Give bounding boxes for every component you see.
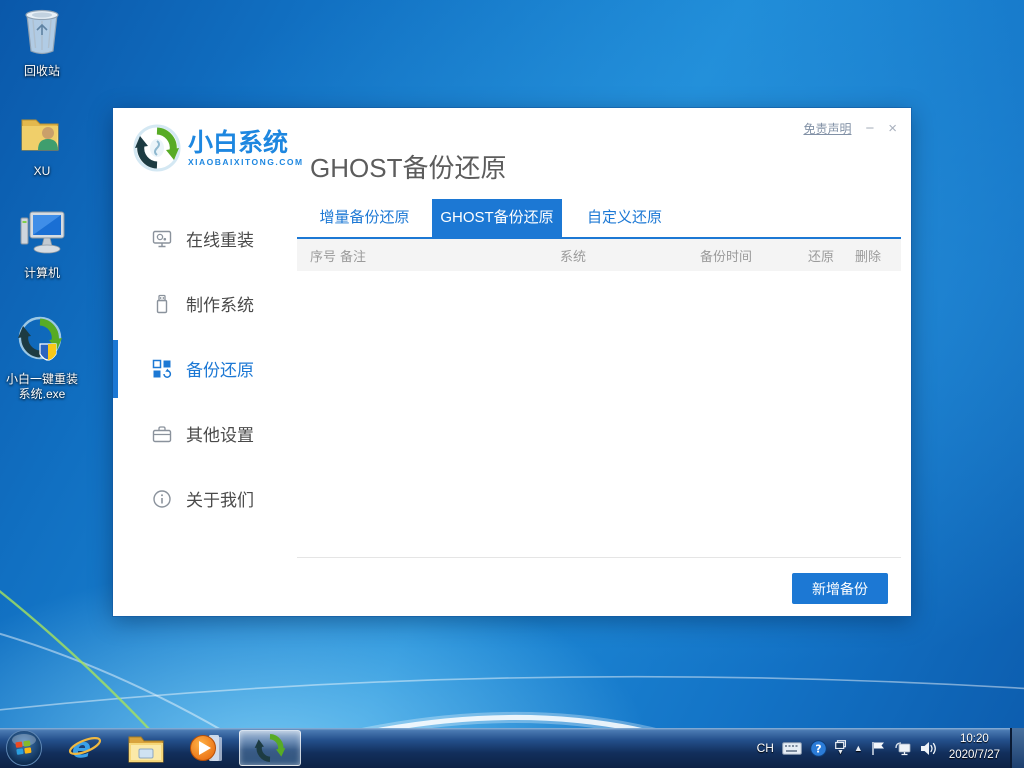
- clock-time: 10:20: [960, 733, 989, 745]
- desktop-icon-label: 小白一键重装 系统.exe: [4, 372, 80, 402]
- desktop-icon-recycle-bin[interactable]: 回收站: [4, 6, 80, 79]
- tab-ghost-backup-restore[interactable]: GHOST备份还原: [432, 199, 562, 237]
- volume-icon[interactable]: [920, 741, 937, 756]
- desktop-icon-xu-folder[interactable]: XU: [4, 112, 80, 179]
- taskbar-item-media-player[interactable]: [189, 731, 223, 765]
- xiaobai-app-icon: [254, 732, 286, 764]
- window-controls: 免责声明 − ×: [803, 120, 897, 137]
- network-icon[interactable]: [894, 741, 912, 756]
- sidebar-item-about-us[interactable]: 关于我们: [113, 466, 297, 531]
- taskbar-clock[interactable]: 10:20 2020/7/27: [949, 732, 1000, 763]
- disclaimer-link[interactable]: 免责声明: [803, 120, 851, 137]
- taskbar-apps: e: [0, 728, 301, 768]
- tab-bar: 增量备份还原 GHOST备份还原 自定义还原: [297, 199, 901, 239]
- sidebar-item-label: 备份还原: [186, 356, 254, 381]
- sidebar-item-other-settings[interactable]: 其他设置: [113, 401, 297, 466]
- sidebar-item-label: 在线重装: [186, 226, 254, 251]
- xiaobai-app-window: 免责声明 − × 小白系统 XIAOBAIXITONG.COM GHOST备份还…: [113, 108, 911, 616]
- app-logo: 小白系统 XIAOBAIXITONG.COM: [133, 124, 304, 172]
- taskbar: e: [0, 728, 1024, 768]
- sidebar-item-label: 其他设置: [186, 421, 254, 446]
- show-hidden-icons-button[interactable]: ▲: [854, 744, 863, 753]
- sidebar-item-make-system[interactable]: 制作系统: [113, 271, 297, 336]
- help-icon[interactable]: ?: [810, 740, 827, 757]
- column-header-backup-time: 备份时间: [700, 246, 808, 265]
- desktop-icon-xiaobai-exe[interactable]: 小白一键重装 系统.exe: [4, 316, 80, 402]
- info-icon: [152, 489, 172, 509]
- sidebar-item-label: 关于我们: [186, 486, 254, 511]
- briefcase-icon: [152, 424, 172, 444]
- column-header-restore: 还原: [808, 246, 855, 265]
- language-indicator[interactable]: CH: [757, 741, 774, 755]
- logo-title: 小白系统: [188, 130, 304, 156]
- user-folder-icon: [18, 112, 66, 156]
- svg-text:?: ?: [815, 742, 821, 755]
- column-header-system: 系统: [560, 246, 700, 265]
- column-header-delete: 删除: [855, 246, 901, 265]
- sidebar-item-label: 制作系统: [186, 291, 254, 316]
- tab-custom-restore[interactable]: 自定义还原: [562, 199, 687, 237]
- main-content: 增量备份还原 GHOST备份还原 自定义还原 序号 备注 系统 备份时间 还原 …: [297, 199, 901, 604]
- footer-divider: [297, 557, 901, 558]
- folder-icon: [127, 732, 165, 764]
- tray-window-icon[interactable]: ▼: [835, 740, 846, 756]
- monitor-icon: [152, 229, 172, 249]
- desktop-icon-label: 回收站: [4, 64, 80, 79]
- start-button[interactable]: [5, 729, 43, 767]
- sidebar: 在线重装 制作系统 备份还原: [113, 206, 297, 531]
- backup-grid-icon: [152, 359, 172, 379]
- svg-text:e: e: [72, 731, 91, 764]
- tab-incremental-backup-restore[interactable]: 增量备份还原: [297, 199, 432, 237]
- window-icon: [835, 740, 846, 749]
- dropdown-arrow-icon: ▼: [837, 749, 844, 756]
- sidebar-item-online-reinstall[interactable]: 在线重装: [113, 206, 297, 271]
- backup-table-header: 序号 备注 系统 备份时间 还原 删除: [297, 239, 901, 271]
- column-header-index: 序号: [310, 246, 340, 265]
- taskbar-item-file-explorer[interactable]: [127, 732, 165, 764]
- logo-subtitle: XIAOBAIXITONG.COM: [188, 157, 304, 167]
- usb-drive-icon: [152, 294, 172, 314]
- taskbar-item-xiaobai-active[interactable]: [239, 730, 301, 766]
- sidebar-item-backup-restore[interactable]: 备份还原: [113, 336, 297, 401]
- computer-icon: [17, 210, 67, 258]
- taskbar-item-internet-explorer[interactable]: e: [67, 730, 103, 766]
- column-header-note: 备注: [340, 246, 560, 265]
- close-button[interactable]: ×: [888, 121, 897, 136]
- action-center-flag-icon[interactable]: [871, 741, 886, 756]
- desktop-icon-computer[interactable]: 计算机: [4, 210, 80, 281]
- show-desktop-button[interactable]: [1010, 728, 1024, 768]
- xiaobai-logo-icon: [133, 124, 181, 172]
- desktop-icon-label: XU: [4, 164, 80, 179]
- minimize-button[interactable]: −: [865, 121, 874, 136]
- clock-date: 2020/7/27: [949, 749, 1000, 761]
- keyboard-icon[interactable]: [782, 742, 802, 755]
- desktop-icon-label: 计算机: [4, 266, 80, 281]
- media-player-icon: [189, 731, 223, 765]
- page-title: GHOST备份还原: [310, 148, 506, 185]
- xiaobai-app-icon: [18, 316, 66, 364]
- system-tray: CH ? ▼ ▲: [757, 728, 1024, 768]
- internet-explorer-icon: e: [67, 730, 103, 766]
- add-backup-button[interactable]: 新增备份: [792, 573, 888, 604]
- recycle-bin-icon: [19, 6, 65, 56]
